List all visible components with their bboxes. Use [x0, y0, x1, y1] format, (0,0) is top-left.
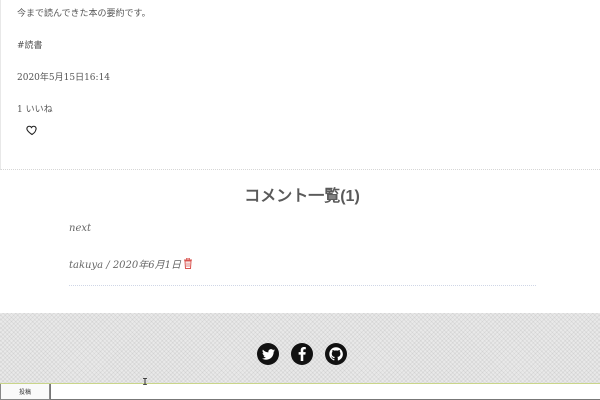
post-tag[interactable]: #読書 [17, 38, 43, 51]
trash-icon[interactable] [183, 257, 193, 269]
comment-text: next [69, 223, 92, 234]
comment-meta: takuya / 2020年6月1日 [69, 256, 193, 271]
github-icon[interactable] [325, 343, 347, 365]
page: 今まで読んできた本の要約です。 #読書 2020年5月15日16:14 1 いい… [0, 0, 600, 400]
post-date: 2020年5月15日16:14 [17, 73, 111, 83]
heart-icon[interactable] [26, 121, 38, 136]
post-bar: 投稿 [0, 383, 600, 400]
text-cursor-icon: I [142, 377, 149, 388]
facebook-icon[interactable] [291, 343, 313, 365]
post-body: 今まで読んできた本の要約です。 [17, 9, 151, 19]
comments-title: コメント一覧(1) [244, 188, 360, 205]
post-card: 今まで読んできた本の要約です。 #読書 2020年5月15日16:14 1 いい… [0, 0, 600, 170]
comment-author-date: takuya / 2020年6月1日 [69, 260, 181, 271]
post-input[interactable] [50, 384, 600, 400]
comment-divider [69, 285, 536, 286]
like-count: 1 いいね [17, 105, 53, 115]
twitter-icon[interactable] [257, 343, 279, 365]
post-button[interactable]: 投稿 [0, 384, 50, 400]
